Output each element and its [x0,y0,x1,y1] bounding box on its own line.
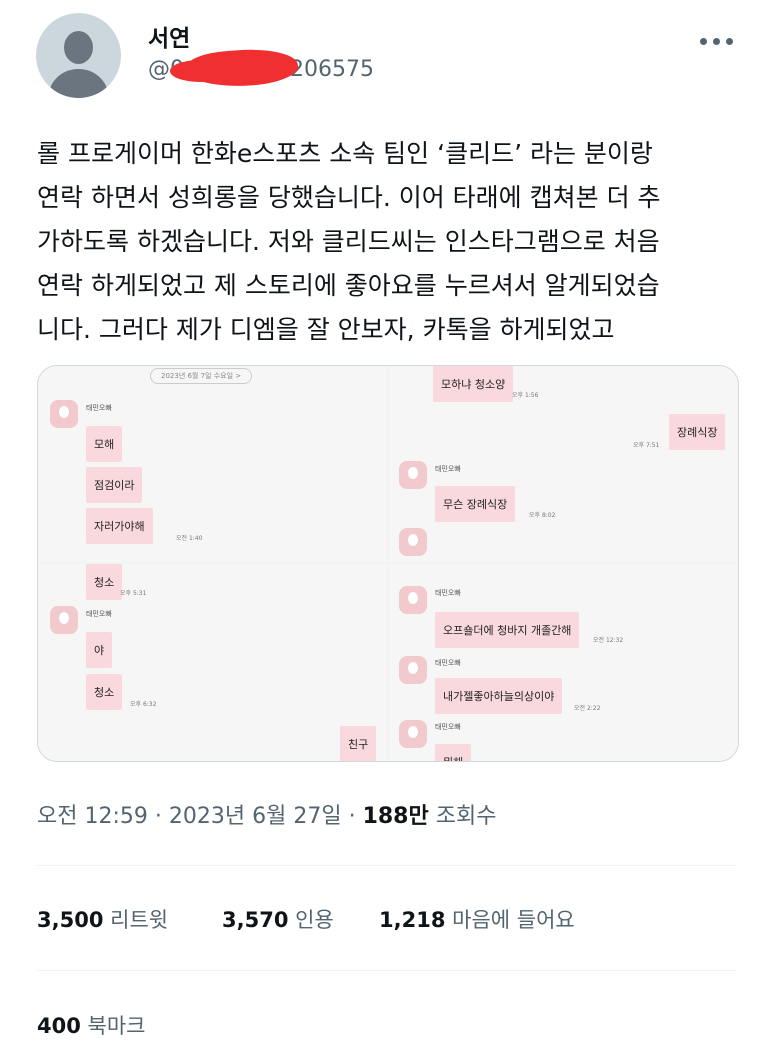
sender-name: 태민오빠 [435,465,461,473]
bookmarks-label: 북마크 [87,1014,146,1038]
retweets-count: 3,500 [37,908,104,932]
chat-time: 오후 7:51 [633,442,660,449]
chat-bubble: 뭐해 [435,744,472,761]
chat-capture-4: 태민오빠 오프숄더에 청바지 개졸간해 오전 12:32 태민오빠 내가젤좋아하… [389,564,738,761]
chat-time: 오전 2:22 [574,705,601,712]
views-label: 조회수 [435,804,497,829]
avatar-body-shape [48,69,109,98]
retweets-label: 리트윗 [110,908,169,932]
tweet-line: 연락 하게되었고 제 스토리에 좋아요를 누르셔서 알게되었습 [37,271,660,300]
views-count: 188만 [362,804,429,829]
profile-pic-icon [399,656,427,684]
author-name[interactable]: 서연 [148,19,190,53]
tweet-text: 롤 프로게이머 한화e스포츠 소속 팀인 ‘클리드’ 라는 분이랑 연락 하면서… [37,132,737,352]
chat-time: 오후 5:31 [120,590,147,597]
profile-pic-icon [399,461,427,489]
chat-bubble: 친구 [340,726,377,761]
bookmarks-count: 400 [37,1014,81,1038]
profile-pic-icon [399,528,427,556]
chat-bubble: 청소 [86,674,123,710]
sender-name: 태민오빠 [435,723,461,731]
divider [37,865,737,866]
quotes-stat[interactable]: 3,570 인용 [222,904,334,934]
redaction-mark [184,46,300,90]
tweet-line: 니다. 그러다 제가 디엠을 잘 안보자, 카톡을 하게되었고 [37,315,615,344]
more-options-icon[interactable] [700,38,733,45]
chat-time: 오전 1:40 [176,535,203,542]
chat-time: 오후 1:56 [512,392,539,399]
sender-name: 태민오빠 [86,610,112,618]
handle-suffix: 206575 [290,57,374,82]
chat-capture-1: 2023년 6월 7일 수요일 > 태민오빠 모해 점검이라 자러가야해 오전 … [38,366,387,562]
chat-bubble: 점검이라 [86,467,143,503]
chat-capture-2: 모하냐 청소양 오후 1:56 장례식장 오후 7:51 태민오빠 무슨 장례식… [389,366,738,562]
chat-bubble: 모해 [86,426,123,462]
likes-stat[interactable]: 1,218 마음에 들어요 [379,904,575,934]
tweet-meta: 오전 12:59 · 2023년 6월 27일 · 188만 조회수 [37,798,496,830]
tweet-line: 연락 하면서 성희롱을 당했습니다. 이어 타래에 캡쳐본 더 추 [37,183,661,212]
avatar-head-shape [64,31,93,64]
chat-bubble: 무슨 장례식장 [435,486,516,522]
chat-time: 오후 6:32 [130,701,157,708]
separator-dot: · [154,804,169,829]
tweet-line: 롤 프로게이머 한화e스포츠 소속 팀인 ‘클리드’ 라는 분이랑 [37,139,653,168]
retweets-stat[interactable]: 3,500 리트윗 [37,904,168,934]
sender-name: 태민오빠 [435,659,461,667]
profile-pic-icon [50,400,78,428]
chat-bubble: 내가젤좋아하늘의상이야 [435,678,563,714]
chat-bubble: 야 [86,632,113,668]
date-pill: 2023년 6월 7일 수요일 > [150,368,253,384]
chat-time: 오전 12:32 [593,637,624,644]
avatar[interactable] [36,13,121,98]
profile-pic-icon [399,720,427,748]
quotes-label: 인용 [295,908,334,932]
bookmarks-stat[interactable]: 400 북마크 [37,1010,146,1040]
sender-name: 태민오빠 [435,589,461,597]
chat-bubble: 자러가야해 [86,508,153,544]
sender-name: 태민오빠 [86,404,112,412]
chat-bubble: 모하냐 청소양 [433,366,514,402]
likes-label: 마음에 들어요 [452,908,575,932]
tweet-line: 가하도록 하겠습니다. 저와 클리드씨는 인스타그램으로 처음 [37,227,660,256]
chat-bubble: 오프숄더에 청바지 개졸간해 [435,612,580,648]
separator-dot: · [348,804,363,829]
tweet-date[interactable]: 2023년 6월 27일 [169,804,342,829]
profile-pic-icon [399,586,427,614]
profile-pic-icon [50,606,78,634]
quotes-count: 3,570 [222,908,289,932]
divider [37,970,737,971]
tweet-time[interactable]: 오전 12:59 [37,804,148,829]
chat-time: 오후 8:02 [529,512,556,519]
likes-count: 1,218 [379,908,446,932]
chat-bubble: 청소 [86,564,123,600]
chat-bubble: 장례식장 [669,414,726,450]
attached-image[interactable]: 2023년 6월 7일 수요일 > 태민오빠 모해 점검이라 자러가야해 오전 … [37,365,739,762]
chat-capture-3: 청소 오후 5:31 태민오빠 야 청소 오후 6:32 친구 [38,564,387,761]
